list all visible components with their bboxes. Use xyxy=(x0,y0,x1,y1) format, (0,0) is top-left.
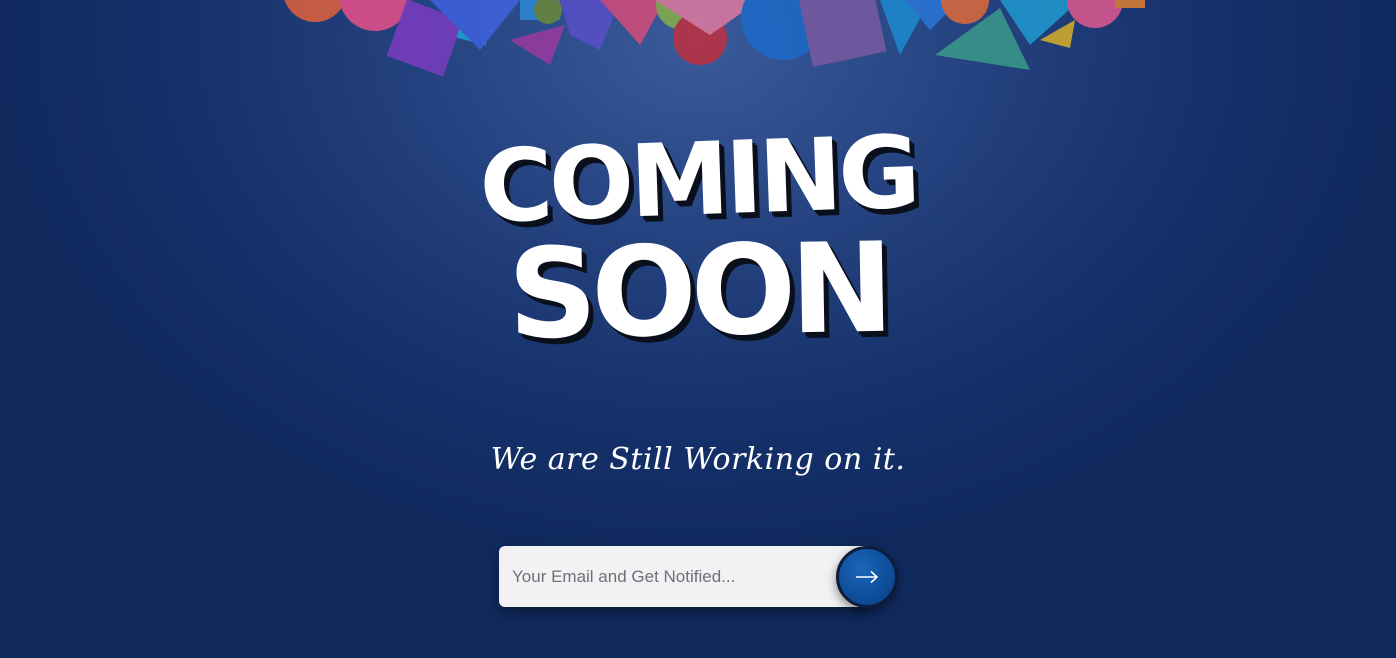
email-input[interactable] xyxy=(499,546,869,607)
notify-submit-button[interactable] xyxy=(836,546,898,608)
notify-form xyxy=(499,546,901,610)
tagline: We are Still Working on it. xyxy=(490,442,906,477)
confetti-decoration xyxy=(284,0,1145,77)
headline-soon: SOON xyxy=(506,216,890,368)
arrow-right-icon xyxy=(856,570,879,584)
